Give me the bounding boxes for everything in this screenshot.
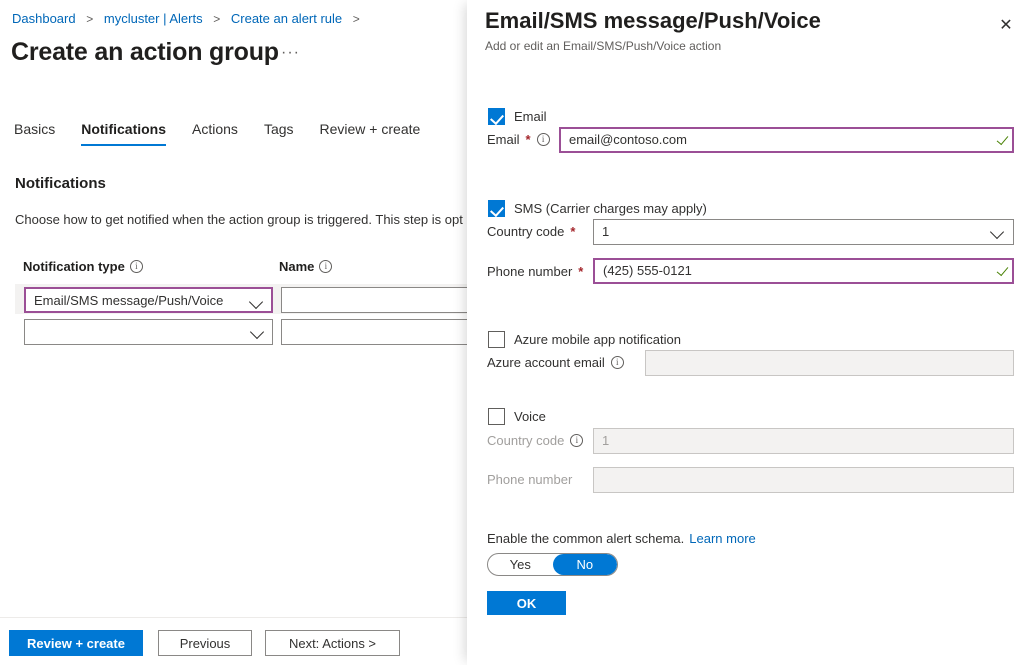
email-input-value: email@contoso.com [569,132,687,147]
sms-checkbox[interactable] [488,200,505,217]
voice-country-code-label: Country code i [487,433,583,448]
tab-bar: Basics Notifications Actions Tags Review… [14,120,446,146]
chevron-down-icon [250,325,264,339]
notification-type-select-1[interactable]: Email/SMS message/Push/Voice [24,287,273,313]
sms-checkbox-label: SMS (Carrier charges may apply) [514,201,707,216]
review-create-button[interactable]: Review + create [9,630,143,656]
notification-name-input-2[interactable] [281,319,467,345]
sms-country-code-label-text: Country code [487,224,564,239]
breadcrumb-item-dashboard[interactable]: Dashboard [12,11,76,26]
sms-phone-input-value: (425) 555-0121 [603,263,692,278]
column-header-notification-type: Notification type i [23,259,143,274]
sms-phone-input[interactable]: (425) 555-0121 [593,258,1014,284]
footer-divider [0,617,467,618]
tab-tags[interactable]: Tags [264,120,294,146]
tab-actions[interactable]: Actions [192,120,238,146]
azure-account-email-label: Azure account email i [487,355,624,370]
required-marker: * [578,264,583,279]
email-field-label: Email * i [487,132,550,147]
panel-title: Email/SMS message/Push/Voice [485,8,821,34]
breadcrumb-item-create-alert-rule[interactable]: Create an alert rule [231,11,342,26]
sms-country-code-value: 1 [602,224,609,239]
voice-checkbox-row[interactable]: Voice [488,408,546,425]
voice-checkbox[interactable] [488,408,505,425]
email-checkbox[interactable] [488,108,505,125]
breadcrumb-separator: > [86,12,93,26]
column-header-notification-type-label: Notification type [23,259,125,274]
next-actions-button[interactable]: Next: Actions > [265,630,400,656]
notification-type-select-2[interactable] [24,319,273,345]
column-header-name: Name i [279,259,332,274]
sms-checkbox-row[interactable]: SMS (Carrier charges may apply) [488,200,707,217]
more-options-icon[interactable]: ··· [281,45,300,61]
tab-review-create[interactable]: Review + create [320,120,421,146]
chevron-down-icon [990,225,1004,239]
email-checkbox-row[interactable]: Email [488,108,547,125]
sms-country-code-label: Country code * [487,224,575,239]
notification-name-input-1[interactable] [281,287,467,313]
azure-portal-screen: Dashboard > mycluster | Alerts > Create … [0,0,1027,665]
previous-button[interactable]: Previous [158,630,252,656]
ok-button[interactable]: OK [487,591,566,615]
info-icon[interactable]: i [319,260,332,273]
breadcrumb-item-mycluster-alerts[interactable]: mycluster | Alerts [104,11,203,26]
azure-app-checkbox-row[interactable]: Azure mobile app notification [488,331,681,348]
common-schema-text: Enable the common alert schema. [487,531,684,546]
voice-phone-label-text: Phone number [487,472,572,487]
common-schema-row: Enable the common alert schema. Learn mor… [487,531,756,546]
info-icon[interactable]: i [570,434,583,447]
sms-phone-label-text: Phone number [487,264,572,279]
chevron-down-icon [249,295,263,309]
voice-phone-input [593,467,1014,493]
section-description: Choose how to get notified when the acti… [15,212,463,227]
azure-app-checkbox-label: Azure mobile app notification [514,332,681,347]
common-schema-toggle[interactable]: Yes No [487,553,618,576]
action-group-blade: Dashboard > mycluster | Alerts > Create … [0,0,467,665]
sms-phone-label: Phone number * [487,264,583,279]
page-title: Create an action group [11,38,279,67]
breadcrumb-separator: > [213,12,220,26]
sms-country-code-select[interactable]: 1 [593,219,1014,245]
required-marker: * [570,224,575,239]
azure-app-checkbox[interactable] [488,331,505,348]
email-input[interactable]: email@contoso.com [559,127,1014,153]
info-icon[interactable]: i [611,356,624,369]
voice-country-code-label-text: Country code [487,433,564,448]
voice-checkbox-label: Voice [514,409,546,424]
email-field-label-text: Email [487,132,520,147]
voice-country-code-input: 1 [593,428,1014,454]
voice-country-code-placeholder: 1 [602,433,609,448]
breadcrumb: Dashboard > mycluster | Alerts > Create … [12,10,367,28]
tab-notifications[interactable]: Notifications [81,120,166,146]
azure-account-email-input [645,350,1014,376]
breadcrumb-separator: > [353,12,360,26]
learn-more-link[interactable]: Learn more [689,531,755,546]
panel-subtitle: Add or edit an Email/SMS/Push/Voice acti… [485,39,721,53]
close-icon[interactable]: ✕ [991,10,1021,40]
common-schema-option-yes[interactable]: Yes [488,554,553,575]
section-heading-notifications: Notifications [15,175,106,192]
required-marker: * [526,132,531,147]
common-schema-option-no[interactable]: No [553,554,618,575]
notification-type-select-1-value: Email/SMS message/Push/Voice [34,293,223,308]
tab-basics[interactable]: Basics [14,120,55,146]
azure-account-email-label-text: Azure account email [487,355,605,370]
info-icon[interactable]: i [130,260,143,273]
info-icon[interactable]: i [537,133,550,146]
column-header-name-label: Name [279,259,314,274]
email-checkbox-label: Email [514,109,547,124]
voice-phone-label: Phone number [487,472,572,487]
